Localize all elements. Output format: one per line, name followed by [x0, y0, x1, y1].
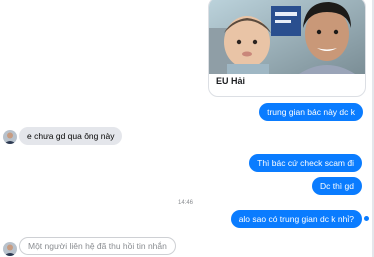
- shared-profile-card[interactable]: EU Hải: [208, 0, 366, 97]
- message-outgoing[interactable]: alo sao có trung gian dc k nhỉ?: [230, 210, 362, 228]
- seen-indicator-icon: [364, 216, 369, 221]
- message-incoming[interactable]: e chưa gd qua ông này: [19, 127, 123, 145]
- message-outgoing[interactable]: Thì bác cứ check scam đi: [249, 154, 362, 172]
- chat-thread: EU Hải trung gian bác này dc k e chưa gd…: [0, 0, 374, 257]
- shared-photo[interactable]: [209, 0, 365, 74]
- message-outgoing[interactable]: trung gian bác này dc k: [259, 103, 363, 121]
- contact-avatar[interactable]: [3, 130, 17, 144]
- card-caption: EU Hải: [216, 76, 246, 86]
- contact-avatar[interactable]: [3, 242, 17, 256]
- message-outgoing[interactable]: Dc thì gd: [311, 177, 362, 195]
- message-recalled: Một người liên hệ đã thu hồi tin nhắn: [19, 237, 176, 255]
- timestamp: 14:46: [178, 200, 194, 206]
